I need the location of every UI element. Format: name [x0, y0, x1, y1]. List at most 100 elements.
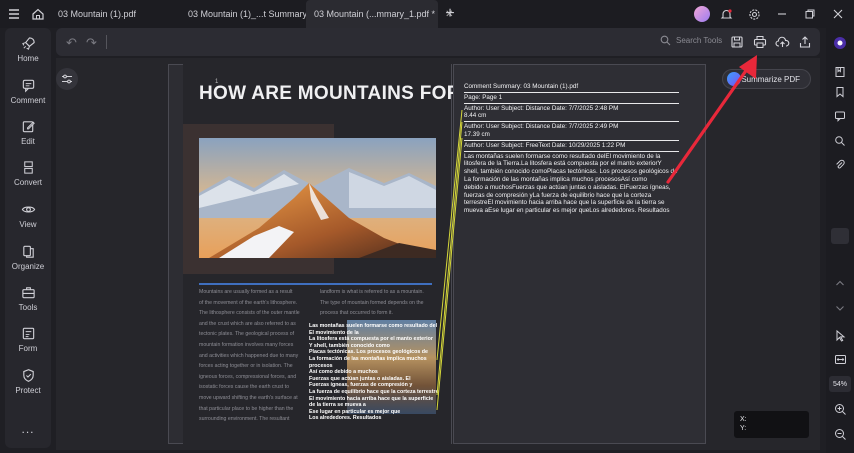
text-line: Mountains are usually formed as a result	[199, 289, 293, 295]
text-line: that particular place to be higher than …	[199, 405, 294, 412]
zoom-out-icon[interactable]	[832, 426, 848, 442]
gear-icon[interactable]	[742, 2, 766, 26]
summarize-label: Summarize PDF	[741, 74, 800, 84]
summary-entry: Author: User Subject: FreeText Date: 10/…	[464, 141, 626, 149]
text-column-1: Mountains are usually formed as a result…	[199, 287, 303, 425]
form-icon	[22, 327, 34, 340]
bookmark-list-icon[interactable]	[832, 84, 848, 100]
cloud-upload-icon[interactable]	[774, 34, 790, 50]
bookmark-icon[interactable]	[832, 64, 848, 80]
text-line: The type of mountain formed depends on t…	[320, 299, 424, 306]
ai-assistant-icon[interactable]	[832, 35, 848, 51]
text-line: Ese lugar en particular es mejor que	[309, 408, 401, 415]
restore-icon[interactable]	[798, 2, 822, 26]
summary-page: Page: Page 1	[464, 93, 503, 101]
text-line: de la tierra se mueva a	[309, 402, 366, 409]
attachment-icon[interactable]	[832, 157, 848, 173]
sidebar-item-label: Comment	[10, 96, 46, 105]
select-cursor-icon[interactable]	[832, 327, 848, 343]
rocket-icon	[21, 37, 35, 50]
ai-icon	[727, 72, 741, 86]
x-label: X:	[740, 416, 747, 423]
sidebar-item-label: Protect	[15, 386, 41, 395]
text-line: El movimiento de la	[309, 329, 359, 336]
search-panel-icon[interactable]	[832, 133, 848, 149]
title-bar: 03 Mountain (1).pdf 03 Mountain (1)_...t…	[0, 0, 854, 28]
summary-text-line: terrestreEl movimiento hacia arriba hace…	[464, 199, 665, 207]
comment-icon	[22, 79, 34, 93]
divider	[464, 150, 679, 152]
text-line: El movimiento hacia arriba hace que la s…	[309, 395, 434, 402]
save-icon[interactable]	[729, 34, 745, 50]
summary-text-line: Las montañas suelen formarse como result…	[464, 152, 661, 160]
text-line: Fuerzas ígneas, fuerzas de compresión y	[309, 382, 413, 389]
text-column-2: landform is what is referred to as a mou…	[320, 287, 436, 319]
sidebar-item-organize[interactable]: Organize	[5, 244, 51, 271]
print-icon[interactable]	[752, 34, 768, 50]
text-line: Y shell, también conocido como	[309, 342, 390, 349]
eye-icon	[21, 206, 35, 213]
y-label: Y:	[740, 425, 747, 432]
summary-detail: 8.44 cm	[464, 112, 487, 120]
page-indicator[interactable]	[831, 228, 849, 244]
text-line: La fuerza de equilibrio hace que la cort…	[309, 388, 439, 395]
sidebar-item-label: Form	[18, 344, 38, 353]
new-tab-icon[interactable]: +	[438, 2, 462, 26]
share-icon[interactable]	[797, 34, 813, 50]
comments-panel-icon[interactable]	[832, 108, 848, 124]
tab-file-3[interactable]: 03 Mountain (...mmary_1.pdf * ✕	[306, 0, 453, 28]
minimize-icon[interactable]	[770, 2, 794, 26]
sidebar-item-edit[interactable]: Edit	[5, 119, 51, 146]
sidebar-item-label: Convert	[13, 178, 42, 187]
scroll-down-icon[interactable]	[832, 300, 848, 316]
sidebar-item-convert[interactable]: Convert	[5, 160, 51, 187]
settings-sliders-icon[interactable]	[56, 68, 78, 90]
tab-file-2[interactable]: 03 Mountain (1)_...t Summary.pdf *	[180, 0, 327, 28]
zoom-in-icon[interactable]	[832, 401, 848, 417]
search-label: Search Tools	[676, 36, 723, 45]
close-icon[interactable]	[826, 2, 850, 26]
sidebar-item-home[interactable]: Home	[5, 36, 51, 63]
fit-width-icon[interactable]	[832, 351, 848, 367]
text-line: move upward shifting the earth's surface…	[199, 394, 298, 401]
home-icon[interactable]	[26, 2, 50, 26]
text-line: Así como debido a muchos	[309, 369, 378, 376]
quick-toolbar: ↶ ↷ Search Tools	[56, 28, 820, 56]
zoom-level[interactable]: 54%	[829, 376, 851, 392]
comment-summary: Comment Summary: 03 Mountain (1).pdf Pag…	[464, 83, 694, 215]
summarize-pdf-button[interactable]: Summarize PDF	[722, 69, 811, 89]
search-tools[interactable]: Search Tools	[660, 35, 722, 46]
undo-icon[interactable]: ↶	[66, 35, 77, 51]
text-line: landform is what is referred to as a mou…	[320, 289, 424, 295]
sidebar-item-tools[interactable]: Tools	[5, 285, 51, 312]
text-line: Placas tectónicas. Los procesos geológic…	[309, 349, 428, 356]
search-icon	[660, 35, 671, 46]
mountain-photo	[199, 138, 436, 258]
convert-icon	[23, 161, 33, 174]
scroll-up-icon[interactable]	[832, 275, 848, 291]
bell-icon[interactable]	[714, 2, 738, 26]
sidebar-item-comment[interactable]: Comment	[5, 78, 51, 105]
summary-text-line: mueva aEse lugar en particular es mejor …	[464, 207, 670, 215]
more-label: ...	[21, 422, 35, 436]
sidebar-item-protect[interactable]: Protect	[5, 368, 51, 395]
sidebar-item-form[interactable]: Form	[5, 326, 51, 353]
avatar[interactable]	[694, 6, 710, 22]
menu-icon[interactable]	[2, 2, 26, 26]
text-line: forces acting together or in isolation. …	[199, 363, 293, 370]
text-line: process that occurred to form it.	[320, 310, 393, 317]
text-line: La formación de las montañas implica muc…	[309, 355, 427, 362]
sidebar-item-label: Home	[17, 54, 39, 63]
sidebar-item-label: Organize	[11, 262, 45, 271]
text-line: mountain formation involves many forces	[199, 341, 294, 348]
more-icon[interactable]: ...	[5, 422, 51, 436]
text-line: of the movement of the earth's lithosphe…	[199, 299, 298, 306]
left-sidebar: Home Comment Edit Convert View Organize …	[5, 28, 51, 448]
redo-icon[interactable]: ↷	[86, 35, 97, 51]
sidebar-item-view[interactable]: View	[5, 202, 51, 229]
text-line: Fuerzas que actúan juntas o aisladas. El	[309, 375, 411, 382]
organize-icon	[22, 245, 34, 258]
tab-file-1[interactable]: 03 Mountain (1).pdf	[50, 0, 180, 28]
freetext-annotation[interactable]: Las montañas suelen formarse como result…	[309, 323, 441, 422]
divider	[464, 102, 679, 104]
